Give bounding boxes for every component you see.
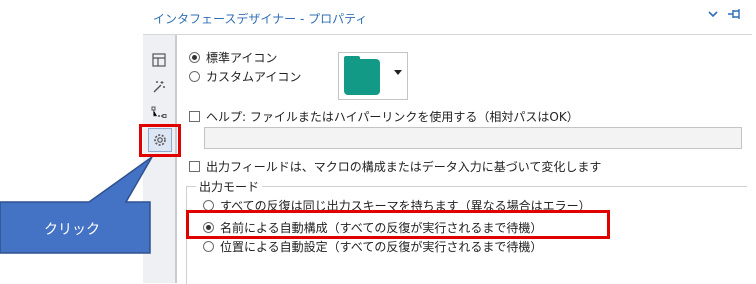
callout-text: クリック	[44, 222, 100, 238]
output-mode-option-3[interactable]: 位置による自動設定（すべての反復が実行されるまで待機）	[203, 238, 542, 255]
radio-button[interactable]	[203, 241, 214, 252]
help-checkbox-row[interactable]: ヘルプ: ファイルまたはハイパーリンクを使用する（相対パスはOK）	[189, 108, 579, 125]
radio-custom-icon[interactable]: カスタムアイコン	[189, 68, 301, 85]
radio-label: カスタムアイコン	[206, 70, 302, 84]
radio-label: 位置による自動設定（すべての反復が実行されるまで待機）	[220, 240, 543, 254]
dropdown-arrow-icon[interactable]	[394, 70, 402, 75]
help-path-input[interactable]	[204, 127, 742, 149]
callout-bubble	[0, 156, 153, 254]
radio-label: 標準アイコン	[206, 51, 278, 65]
output-fields-checkbox-row[interactable]: 出力フィールドは、マクロの構成またはデータ入力に基づいて変化します	[189, 158, 601, 175]
output-fields-label: 出力フィールドは、マクロの構成またはデータ入力に基づいて変化します	[206, 160, 602, 174]
output-mode-label: 出力モード	[196, 178, 263, 195]
pin-icon[interactable]	[727, 7, 743, 24]
option-highlight-box	[186, 210, 610, 239]
panel-header: インタフェースデザイナー - プロパティ	[143, 0, 752, 35]
radio-standard-icon[interactable]: 標準アイコン	[189, 49, 277, 66]
chevron-down-icon[interactable]	[707, 8, 719, 23]
icon-picker-dropdown[interactable]	[338, 52, 408, 100]
folder-icon	[344, 56, 380, 95]
help-label: ヘルプ: ファイルまたはハイパーリンクを使用する（相対パスはOK）	[206, 110, 579, 124]
